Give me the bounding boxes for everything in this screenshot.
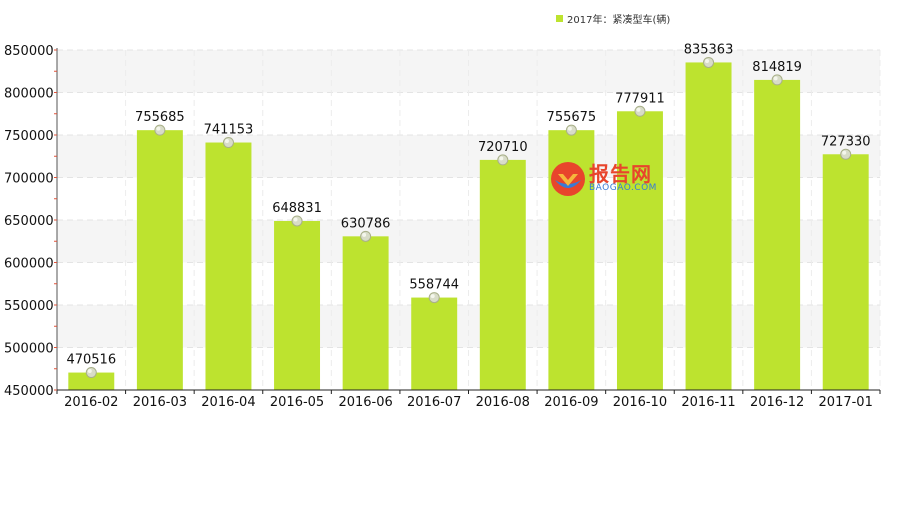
x-tick-label: 2016-02 [64, 395, 118, 410]
watermark-subtitle: BAOGAO.COM [589, 183, 657, 193]
y-tick-label: 800000 [4, 87, 54, 102]
value-label: 777911 [615, 91, 665, 106]
x-tick-label: 2016-09 [544, 395, 598, 410]
x-axis-tick-labels: 2016-02 2016-03 2016-04 2016-05 2016-06 2016-… [64, 395, 873, 410]
bar [205, 142, 252, 390]
value-label: 558744 [409, 278, 459, 293]
value-label: 630786 [341, 216, 391, 231]
bar-marker [222, 137, 234, 149]
bar [274, 220, 321, 390]
bar-marker-highlight [87, 369, 92, 374]
value-label: 835363 [684, 42, 734, 57]
bar-marker-highlight [224, 139, 229, 144]
bar-marker-highlight [842, 150, 847, 155]
bar-marker-highlight [705, 58, 710, 63]
x-tick-label: 2016-03 [133, 395, 187, 410]
x-tick-label: 2016-07 [407, 395, 461, 410]
x-tick-label: 2017-01 [819, 395, 873, 410]
bar-marker [634, 105, 646, 117]
y-tick-label: 600000 [4, 257, 54, 272]
x-tick-label: 2016-04 [201, 395, 255, 410]
logo-icon [551, 162, 585, 196]
value-label: 727330 [821, 134, 871, 149]
x-tick-label: 2016-05 [270, 395, 324, 410]
bar-marker-highlight [636, 107, 641, 112]
y-tick-label: 650000 [4, 214, 54, 229]
bar-marker-highlight [293, 217, 298, 222]
x-tick-label: 2016-08 [476, 395, 530, 410]
x-tick-label: 2016-12 [750, 395, 804, 410]
watermark-logo: 报告网 BAOGAO.COM [549, 158, 669, 200]
value-label: 755685 [135, 110, 185, 125]
bar-marker-highlight [773, 76, 778, 81]
x-tick-label: 2016-10 [613, 395, 667, 410]
bar [136, 130, 183, 390]
value-label: 648831 [272, 201, 322, 216]
bar-marker-highlight [499, 156, 504, 161]
bar-marker [703, 56, 715, 68]
legend-label: 2017年：紧凑型车(辆) [567, 14, 671, 26]
value-label: 741153 [204, 123, 254, 138]
legend-swatch [556, 14, 563, 22]
bar-marker-highlight [430, 294, 435, 299]
bar-marker [840, 148, 852, 160]
bar-marker [565, 124, 577, 136]
x-tick-label: 2016-11 [681, 395, 735, 410]
value-label: 814819 [752, 60, 802, 75]
x-tick-label: 2016-06 [338, 395, 392, 410]
bar [342, 236, 389, 390]
bar-marker [771, 74, 783, 86]
bar [685, 62, 732, 391]
bar-marker-highlight [156, 126, 161, 131]
bar [411, 297, 458, 390]
bar-marker [428, 292, 440, 304]
bar-marker [154, 124, 166, 136]
value-label: 470516 [66, 353, 116, 368]
bar [616, 111, 663, 391]
y-tick-label: 500000 [4, 342, 54, 357]
bar-marker [360, 230, 372, 242]
value-label: 720710 [478, 140, 528, 155]
bar-marker [85, 367, 97, 379]
y-tick-label: 450000 [4, 384, 54, 399]
bar-marker-highlight [567, 126, 572, 131]
value-label: 755675 [547, 110, 597, 125]
bar-marker [291, 215, 303, 227]
y-tick-label: 550000 [4, 299, 54, 314]
bar [754, 79, 801, 391]
bar [822, 154, 869, 390]
bar-marker [497, 154, 509, 166]
y-tick-label: 750000 [4, 129, 54, 144]
legend: 2017年：紧凑型车(辆) [556, 11, 671, 26]
bar-marker-highlight [362, 232, 367, 237]
bar-chart: 470516 755685 741153 648831 630786 558744 7207… [4, 42, 881, 410]
y-tick-label: 850000 [4, 44, 54, 59]
y-tick-label: 700000 [4, 172, 54, 187]
bar [479, 159, 526, 390]
y-axis-tick-labels: 450000 500000 550000 600000 650000 700000 7500… [4, 44, 54, 399]
